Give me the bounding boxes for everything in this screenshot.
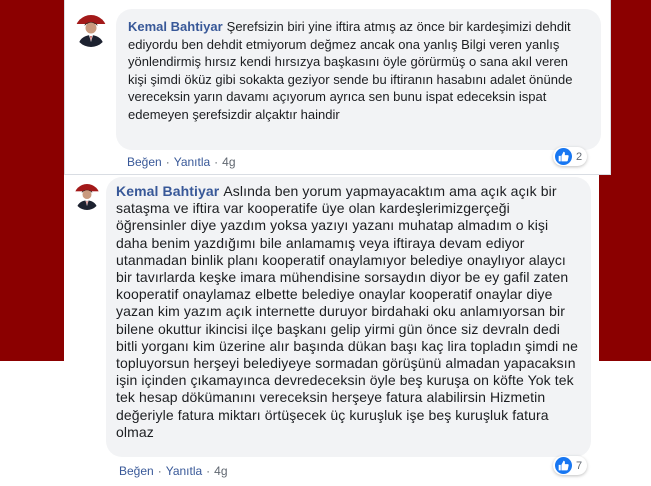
reaction-count: 7 — [576, 459, 583, 472]
comment-text: Aslında ben yorum yapmayacaktım ama açık… — [116, 183, 579, 440]
comment-body: Kemal Bahtiyar Aslında ben yorum yapmayac… — [116, 183, 581, 441]
background-frame-left — [0, 175, 64, 361]
comment-timestamp[interactable]: 4g — [214, 464, 227, 478]
comment-author-link[interactable]: Kemal Bahtiyar — [116, 183, 219, 199]
separator-dot: · — [165, 155, 170, 169]
reply-button[interactable]: Yanıtla — [166, 464, 202, 478]
avatar[interactable] — [74, 184, 100, 210]
reaction-count: 2 — [576, 150, 583, 163]
comment-bubble: Kemal Bahtiyar Aslında ben yorum yapmayac… — [106, 177, 591, 457]
reaction-summary[interactable]: 2 — [553, 147, 588, 166]
comment-bubble: Kemal Bahtiyar Şerefsizin biri yine iftir… — [116, 9, 601, 150]
separator-dot: · — [214, 155, 219, 169]
separator-dot: · — [206, 464, 211, 478]
profile-photo-icon — [74, 184, 100, 210]
comment-card: Kemal Bahtiyar Aslında ben yorum yapmayac… — [64, 175, 599, 486]
comment-body: Kemal Bahtiyar Şerefsizin biri yine iftir… — [128, 18, 589, 124]
comment-actions: Beğen · Yanıtla · 4g — [127, 155, 236, 169]
like-button[interactable]: Beğen — [127, 155, 162, 169]
like-button[interactable]: Beğen — [119, 464, 154, 478]
comment-text: Şerefsizin biri yine iftira atmış az önc… — [128, 19, 573, 122]
thumbs-up-icon — [555, 148, 572, 165]
comment-timestamp[interactable]: 4g — [222, 155, 235, 169]
profile-photo-icon — [75, 15, 107, 47]
comment-author-link[interactable]: Kemal Bahtiyar — [128, 19, 223, 34]
avatar[interactable] — [75, 15, 107, 47]
reaction-summary[interactable]: 7 — [553, 456, 588, 475]
reply-button[interactable]: Yanıtla — [174, 155, 210, 169]
comment-actions: Beğen · Yanıtla · 4g — [119, 464, 228, 478]
separator-dot: · — [157, 464, 162, 478]
background-frame-right — [599, 175, 651, 361]
comment-card: Kemal Bahtiyar Şerefsizin biri yine iftir… — [64, 0, 611, 175]
thumbs-up-icon — [555, 457, 572, 474]
